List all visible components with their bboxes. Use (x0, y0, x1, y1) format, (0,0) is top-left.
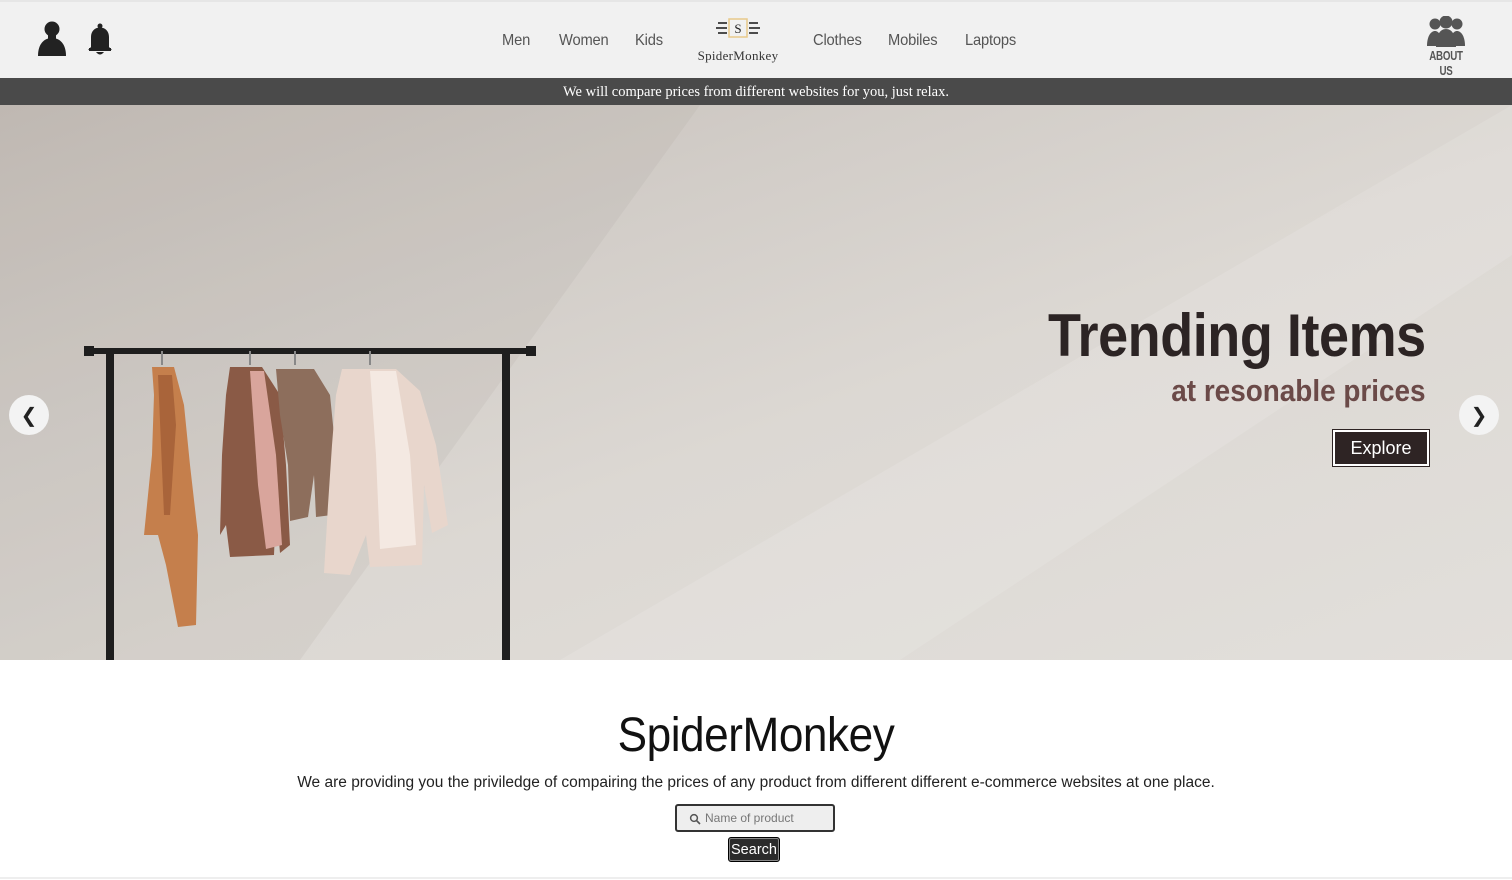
intro-description: We are providing you the priviledge of c… (297, 774, 1215, 791)
clothes-rack-image (84, 346, 536, 660)
carousel-prev-button[interactable]: ❮ (9, 395, 49, 435)
hero-subtitle: at resonable prices (1171, 373, 1426, 408)
carousel-next-button[interactable]: ❯ (1459, 395, 1499, 435)
nav-link-women[interactable]: Women (559, 32, 609, 50)
nav-link-clothes[interactable]: Clothes (813, 32, 862, 50)
user-icon[interactable] (36, 20, 68, 58)
search-button[interactable]: Search (728, 837, 780, 862)
site-header: Men Women Kids S SpiderMonkey Clothes Mo… (0, 0, 1512, 78)
bell-icon[interactable] (86, 22, 114, 56)
about-us-label: ABOUT US (1429, 48, 1463, 78)
search-input[interactable] (705, 808, 829, 828)
logo-letter: S (734, 21, 741, 36)
about-us-link[interactable]: ABOUT US (1422, 14, 1470, 78)
nav-link-mobiles[interactable]: Mobiles (888, 32, 938, 50)
hero-title: Trending Items (1048, 302, 1426, 369)
search-icon (689, 813, 701, 825)
hero-carousel: Trending Items at resonable prices Explo… (0, 105, 1512, 660)
divider (0, 877, 1512, 879)
group-icon (1427, 16, 1465, 47)
nav-link-men[interactable]: Men (502, 32, 530, 50)
site-logo[interactable]: S SpiderMonkey (690, 14, 786, 70)
page-title: SpiderMonkey (617, 709, 895, 762)
info-banner: We will compare prices from different we… (0, 78, 1512, 105)
search-field[interactable] (675, 804, 835, 832)
nav-link-kids[interactable]: Kids (635, 32, 663, 50)
logo-text: SpiderMonkey (697, 48, 779, 63)
nav-link-laptops[interactable]: Laptops (965, 32, 1016, 50)
explore-button[interactable]: Explore (1333, 430, 1429, 466)
logo-mark-icon: S (716, 18, 760, 38)
